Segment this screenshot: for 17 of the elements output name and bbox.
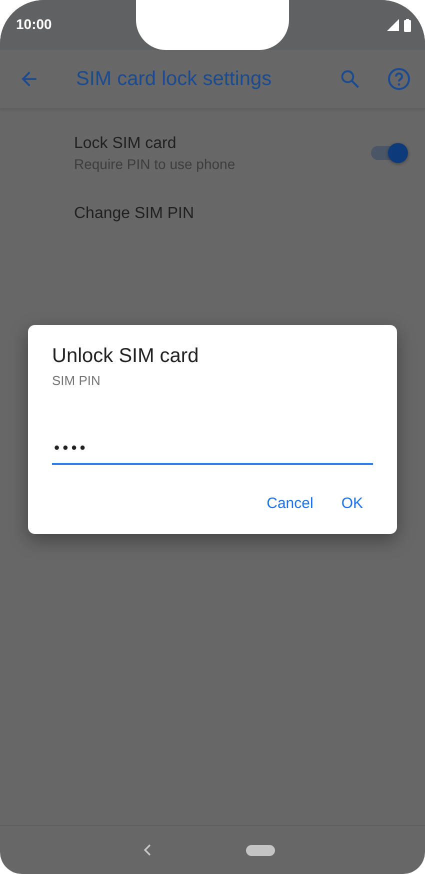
screen-title: SIM card lock settings <box>76 68 273 90</box>
cancel-button[interactable]: Cancel <box>256 487 324 520</box>
back-nav-button[interactable] <box>142 844 150 856</box>
battery-icon <box>404 18 411 32</box>
settings-item[interactable]: Change SIM PIN <box>0 189 425 239</box>
signal-icon <box>387 19 399 31</box>
pin-field[interactable]: •••• <box>52 440 373 465</box>
help-button[interactable] <box>387 67 411 91</box>
confirm-button[interactable]: OK <box>331 487 373 520</box>
search-button[interactable] <box>339 68 361 90</box>
status-time: 10:00 <box>16 16 52 32</box>
dialog-title: Unlock SIM card <box>52 345 200 368</box>
setting-title: Change SIM PIN <box>74 205 196 223</box>
home-button[interactable] <box>246 844 274 856</box>
toggle-switch[interactable] <box>371 146 405 160</box>
setting-title: Lock SIM card <box>74 134 178 152</box>
field-label: SIM PIN <box>52 373 102 388</box>
